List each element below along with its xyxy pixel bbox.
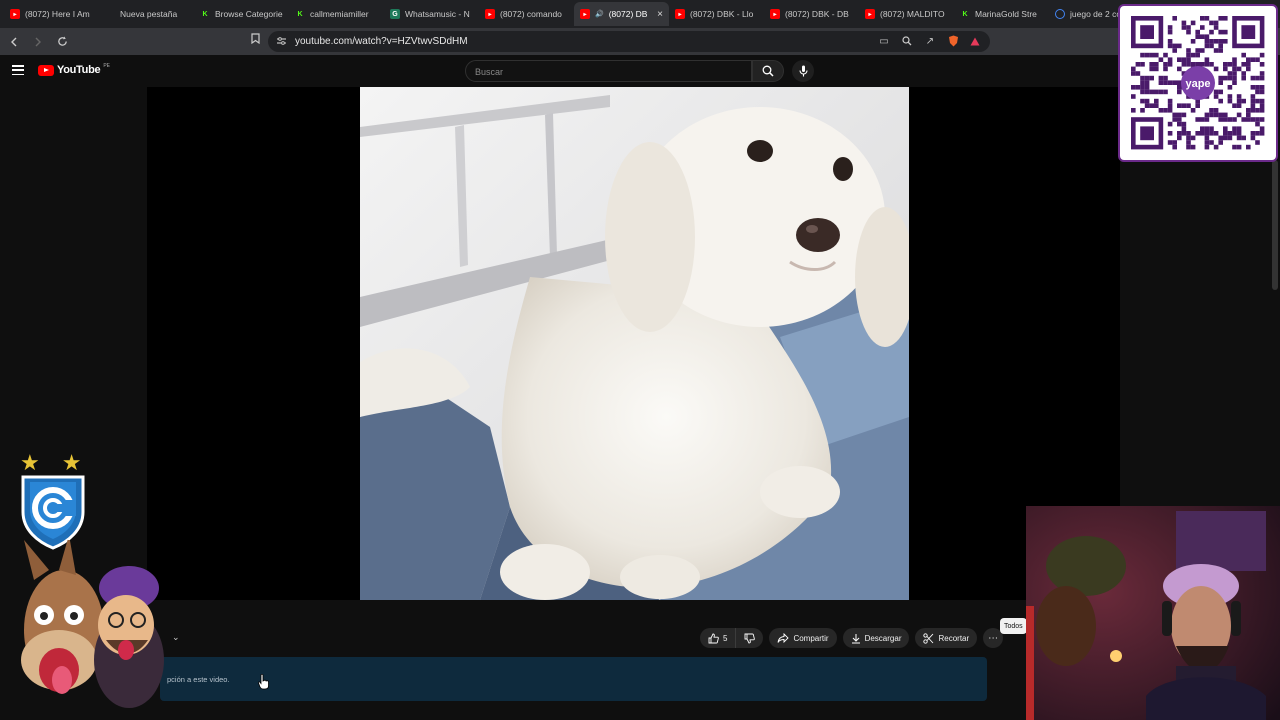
bookmark-icon[interactable] (248, 31, 262, 45)
video-actions-bar: 5 Compartir Descargar Recortar ⋯ (700, 627, 1004, 649)
download-icon (851, 633, 860, 643)
streamer-mascot-donkey (14, 535, 164, 715)
tab-label: (8072) DBK - Llo (690, 9, 754, 19)
tab-label: MarinaGold Stre (975, 9, 1037, 19)
brave-rewards-icon[interactable] (968, 34, 982, 48)
cast-icon[interactable]: ▭ (877, 34, 891, 48)
scissors-icon (923, 632, 934, 644)
tab-label: callmemiamiller (310, 9, 369, 19)
clip-label: Recortar (938, 633, 970, 643)
voice-search-button[interactable] (792, 60, 814, 82)
youtube-icon: ▸ (580, 9, 590, 19)
share-button[interactable]: Compartir (769, 628, 837, 648)
close-tab-icon[interactable]: × (657, 9, 663, 20)
kick-icon: K (962, 10, 968, 18)
browser-tab[interactable]: ▸ (8072) MALDITO (859, 2, 954, 26)
download-button[interactable]: Descargar (842, 628, 910, 648)
address-bar[interactable]: youtube.com/watch?v=HZVtwvSDdHM ▭ ↗ (268, 31, 990, 52)
site-info-icon[interactable] (274, 34, 288, 48)
chevron-down-icon: ⌄ (172, 632, 180, 642)
tab-label: Whatsamusic - N (405, 9, 470, 19)
browser-tab[interactable]: ▸ 🔊 (8072) DB × (574, 2, 669, 26)
back-arrow-icon[interactable] (4, 32, 24, 52)
video-frame-dog[interactable] (360, 87, 909, 600)
description-box[interactable]: pción a este video. (160, 657, 987, 701)
page-scrollbar[interactable] (1272, 160, 1278, 290)
browser-tab[interactable]: G Whatsamusic - N (384, 2, 479, 26)
browser-tab[interactable]: ▸ (8072) DBK - Llo (669, 2, 764, 26)
yape-logo-text: yape (1185, 78, 1210, 90)
brave-shield-icon[interactable] (946, 34, 960, 48)
youtube-icon: ▸ (865, 9, 875, 19)
chip-all[interactable]: Todos (1000, 618, 1027, 634)
kick-icon: K (297, 10, 303, 18)
forward-arrow-icon[interactable] (28, 32, 48, 52)
blank-tab-icon (105, 9, 115, 19)
browser-tab[interactable]: ▸ (8072) comando (479, 2, 574, 26)
like-count: 5 (723, 633, 728, 643)
search-input[interactable]: Buscar (465, 60, 752, 82)
google-icon (1055, 9, 1065, 19)
screen: ▸ (8072) Here I Am Nueva pestaña K Browse Ca… (0, 0, 1280, 720)
youtube-icon: ▸ (485, 9, 495, 19)
zoom-icon[interactable] (900, 34, 914, 48)
dislike-button[interactable] (735, 628, 764, 648)
tab-label: Browse Categorie (215, 9, 283, 19)
search-icon (762, 65, 774, 77)
youtube-wordmark: YouTube (57, 64, 101, 76)
reload-icon[interactable] (52, 32, 72, 52)
share-icon (778, 633, 790, 643)
kick-icon: K (202, 10, 208, 18)
browser-toolbar: youtube.com/watch?v=HZVtwvSDdHM ▭ ↗ (0, 28, 1280, 55)
youtube-icon: ▸ (675, 9, 685, 19)
youtube-logo[interactable]: YouTube PE (38, 63, 110, 76)
like-button[interactable]: 5 (700, 628, 736, 648)
youtube-header: YouTube PE Buscar (0, 55, 1120, 87)
url-text: youtube.com/watch?v=HZVtwvSDdHM (295, 36, 468, 47)
tab-label: (8072) DB (608, 9, 648, 19)
menu-icon[interactable] (12, 65, 24, 75)
youtube-icon: ▸ (770, 9, 780, 19)
mouse-hand-cursor-icon (258, 673, 270, 695)
tab-label: (8072) MALDITO (880, 9, 945, 19)
tab-label: (8072) DBK - DB (785, 9, 849, 19)
streamer-webcam (1026, 506, 1280, 720)
tab-label: (8072) comando (500, 9, 562, 19)
browser-tab-strip: ▸ (8072) Here I Am Nueva pestaña K Browse Ca… (0, 0, 1280, 28)
download-label: Descargar (864, 633, 902, 643)
description-text: pción a este video. (167, 675, 230, 684)
search-button[interactable] (752, 60, 784, 82)
yape-qr-code: yape (1118, 4, 1278, 162)
youtube-icon: ▸ (10, 9, 20, 19)
browser-tab[interactable]: Kcallmemiamiller (289, 2, 384, 26)
browser-tab[interactable]: K Browse Categorie (194, 2, 289, 26)
tab-label: (8072) Here I Am (25, 9, 90, 19)
tab-label: Nueva pestaña (120, 9, 178, 19)
microphone-icon (798, 65, 808, 77)
thumbs-down-icon (745, 633, 756, 643)
browser-tab[interactable]: K MarinaGold Stre (954, 2, 1049, 26)
share-label: Compartir (793, 633, 829, 643)
browser-tab[interactable]: Nueva pestaña (99, 2, 194, 26)
thumbs-up-icon (708, 633, 719, 643)
clip-button[interactable]: Recortar (915, 628, 978, 648)
speaker-icon[interactable]: 🔊 (595, 10, 604, 18)
browser-tab[interactable]: ▸ (8072) Here I Am (4, 2, 99, 26)
country-code: PE (103, 63, 110, 69)
share-page-icon[interactable]: ↗ (923, 34, 937, 48)
browser-tab[interactable]: ▸ (8072) DBK - DB (764, 2, 859, 26)
chatgpt-icon: G (390, 9, 400, 19)
youtube-play-icon (38, 64, 54, 76)
